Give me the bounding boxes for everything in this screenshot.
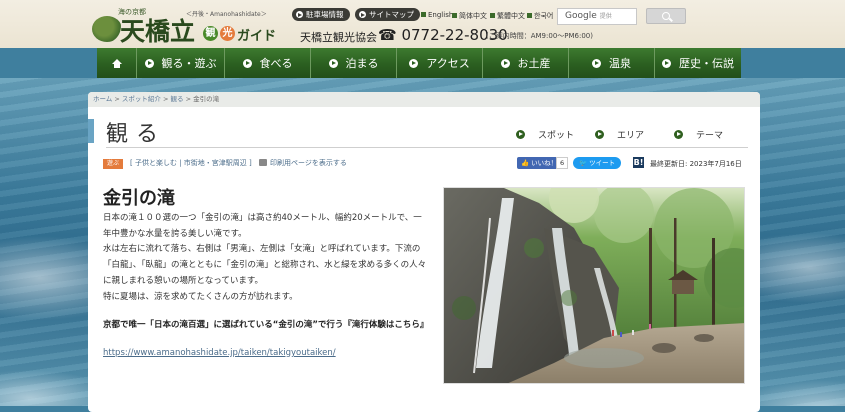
- tab-area[interactable]: エリア: [595, 128, 644, 141]
- breadcrumb-spot[interactable]: スポット紹介: [122, 95, 161, 103]
- nav-item-history[interactable]: 歴史・伝説: [655, 48, 741, 78]
- sitemap-button[interactable]: サイトマップ: [355, 8, 420, 21]
- breadcrumb-current: 金引の滝: [193, 95, 220, 103]
- logo-swirl-icon: [92, 16, 122, 42]
- tag-links[interactable]: [ 子供と楽しむ | 市街地・宮津駅周辺 ]: [130, 158, 252, 168]
- arrow-icon: [674, 130, 683, 139]
- nav-item-access[interactable]: アクセス: [397, 48, 483, 78]
- spot-description: 日本の滝１００選の一つ「金引の滝」は高さ約40メートル、幅約20メートルで、一年…: [103, 211, 428, 305]
- site-header: 海の京都 ＜丹後・Amanohashidate＞ 天橋立 観 光 ガイド 駐車場…: [0, 0, 845, 48]
- arrow-icon: [296, 11, 303, 18]
- home-icon: [111, 58, 122, 68]
- takigyo-link[interactable]: https://www.amanohashidate.jp/taiken/tak…: [103, 348, 336, 358]
- parking-info-button[interactable]: 駐車場情報: [292, 8, 350, 21]
- arrow-icon: [662, 58, 671, 68]
- search-button[interactable]: [646, 8, 686, 24]
- waterfall-photo: [443, 187, 745, 384]
- lang-simplified-chinese[interactable]: 简体中文: [452, 11, 487, 21]
- print-link[interactable]: 印刷用ページを表示する: [259, 158, 347, 168]
- main-nav: 観る・遊ぶ 食べる 泊まる アクセス お土産 温泉 歴史・伝説: [97, 48, 741, 78]
- logo-badge-kan: 観: [203, 26, 218, 41]
- page-title: 観る: [106, 122, 167, 147]
- logo-guide: ガイド: [237, 29, 277, 44]
- takigyo-promo-text: 京都で唯一「日本の滝百選」に選ばれている“金引の滝”で行う『滝行体験はこちら』: [103, 320, 429, 330]
- arrow-icon: [144, 58, 154, 68]
- logo-title[interactable]: 天橋立: [120, 12, 195, 48]
- description-paragraph: 特に夏場は、涼を求めてたくさんの方が訪れます。: [103, 291, 298, 302]
- breadcrumb-home[interactable]: ホーム: [93, 95, 112, 103]
- tab-spot[interactable]: スポット: [516, 128, 574, 141]
- hatena-bookmark-button[interactable]: B!: [633, 157, 644, 168]
- association-name: 天橋立観光協会: [300, 31, 377, 44]
- logo-badge-kou: 光: [220, 26, 235, 41]
- title-divider: [106, 147, 748, 148]
- arrow-icon: [516, 130, 525, 139]
- arrow-icon: [592, 58, 601, 68]
- facebook-like-button[interactable]: 👍 いいね！: [517, 157, 562, 169]
- search-input[interactable]: Google 提供: [557, 8, 637, 25]
- category-badge: 遊ぶ: [103, 159, 124, 169]
- tab-theme[interactable]: テーマ: [674, 128, 723, 141]
- lang-traditional-chinese[interactable]: 繁體中文: [490, 11, 525, 21]
- nav-item-stay[interactable]: 泊まる: [311, 48, 397, 78]
- lang-korean[interactable]: 한국어: [527, 11, 553, 21]
- printer-icon: [259, 159, 267, 166]
- nav-home[interactable]: [97, 48, 137, 78]
- title-accent-bar: [88, 119, 94, 143]
- waterfall-image: [444, 188, 744, 383]
- nav-item-souvenir[interactable]: お土産: [483, 48, 569, 78]
- description-paragraph: 水は左右に流れて落ち、右側は「男滝」、左側は「女滝」と呼ばれています。下流の「白…: [103, 244, 427, 286]
- arrow-icon: [242, 58, 252, 68]
- last-updated: 最終更新日: 2023年7月16日: [650, 160, 742, 168]
- nav-item-see-play[interactable]: 観る・遊ぶ: [137, 48, 225, 78]
- description-paragraph: 日本の滝１００選の一つ「金引の滝」は高さ約40メートル、幅約20メートルで、一年…: [103, 213, 422, 239]
- lang-english[interactable]: English: [421, 11, 453, 19]
- arrow-icon: [500, 58, 510, 68]
- arrow-icon: [409, 58, 419, 68]
- nav-item-eat[interactable]: 食べる: [225, 48, 311, 78]
- business-hours: (ご案内時間：AM9:00〜PM6:00): [486, 32, 593, 40]
- tweet-button[interactable]: 🐦 ツイート: [573, 157, 622, 169]
- arrow-icon: [595, 130, 604, 139]
- facebook-like-count: 6: [556, 157, 569, 169]
- arrow-icon: [359, 11, 366, 18]
- breadcrumb-section[interactable]: 観る: [171, 95, 184, 103]
- arrow-icon: [328, 58, 338, 68]
- breadcrumb: ホーム > スポット紹介 > 観る > 金引の滝: [88, 92, 760, 107]
- nav-item-hot-spring[interactable]: 温泉: [569, 48, 655, 78]
- spot-title: 金引の滝: [103, 188, 175, 209]
- logo-region: ＜丹後・Amanohashidate＞: [186, 11, 267, 18]
